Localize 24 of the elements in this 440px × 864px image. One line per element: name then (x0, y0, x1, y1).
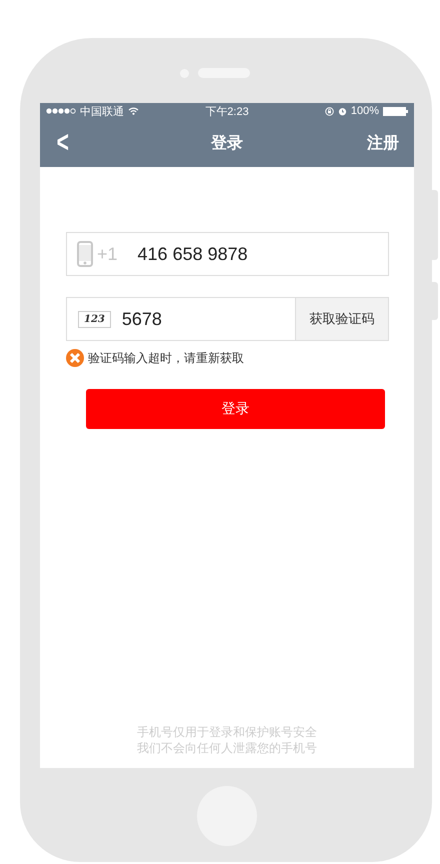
status-time: 下午2:23 (205, 104, 249, 118)
error-icon (66, 349, 84, 367)
wifi-icon (128, 107, 139, 115)
code-value: 5678 (122, 308, 163, 330)
register-link[interactable]: 注册 (367, 132, 399, 154)
battery-icon (383, 106, 408, 116)
phone-icon (77, 241, 93, 267)
get-code-button[interactable]: 获取验证码 (295, 298, 388, 340)
phone-number: 416 658 9878 (138, 244, 248, 264)
carrier-name: 中国联通 (80, 104, 124, 118)
rotation-lock-icon (324, 106, 334, 116)
battery-percent: 100% (350, 105, 380, 117)
back-button[interactable]: < (56, 128, 69, 158)
alarm-icon (338, 106, 347, 116)
country-code: +1 (97, 244, 118, 264)
login-button[interactable]: 登录 (86, 389, 385, 429)
signal-icon (46, 108, 76, 114)
error-message: 验证码输入超时，请重新获取 (88, 350, 244, 366)
side-button[interactable] (432, 190, 438, 260)
side-button[interactable] (432, 282, 438, 320)
code-label: 123 (78, 310, 111, 328)
phone-input-field[interactable]: +1 416 658 9878 (66, 232, 389, 276)
code-input-field[interactable]: 123 5678 获取验证码 (66, 297, 389, 341)
page-title: 登录 (211, 134, 243, 152)
